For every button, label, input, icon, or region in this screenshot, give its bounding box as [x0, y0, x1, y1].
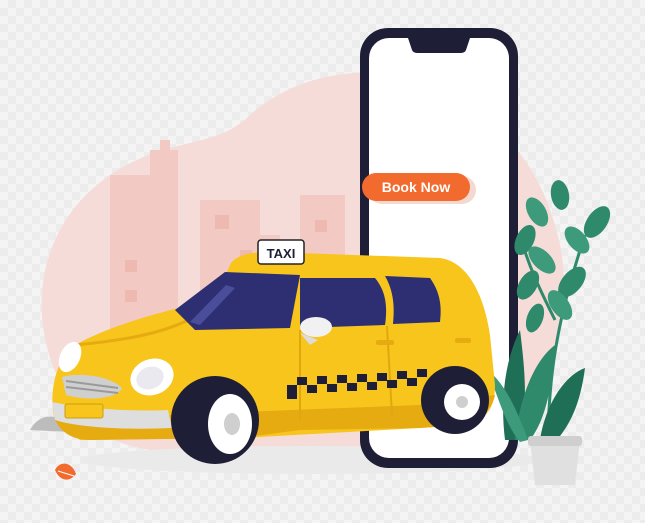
leaf-icon [55, 463, 76, 480]
book-now-button[interactable]: Book Now [362, 173, 470, 201]
scene-illustration: TAXI [30, 28, 611, 485]
taxi-sign-label: TAXI [267, 246, 296, 261]
